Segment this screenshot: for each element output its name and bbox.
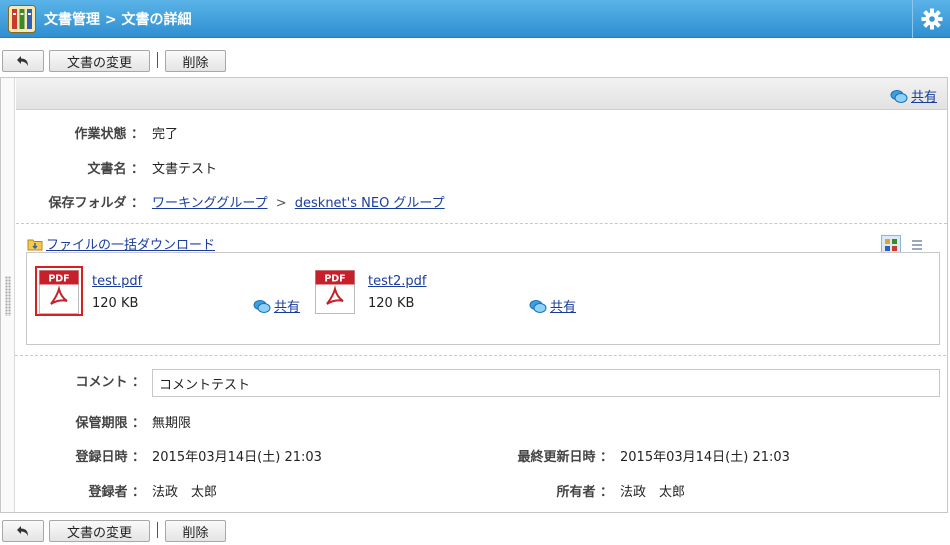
document-manager-logo-icon bbox=[8, 5, 36, 33]
change-document-button[interactable]: 文書の変更 bbox=[49, 50, 150, 72]
share-icon bbox=[253, 299, 271, 313]
share-icon bbox=[890, 89, 908, 103]
share-link-label[interactable]: 共有 bbox=[911, 86, 937, 105]
file-share-link[interactable]: 共有 bbox=[253, 296, 300, 315]
folder-label: 保存フォルダ ： bbox=[48, 196, 144, 211]
breadcrumb-separator: > bbox=[275, 196, 287, 211]
owner-value: 法政 太郎 bbox=[620, 485, 686, 500]
comment-field: コメントテスト bbox=[152, 369, 940, 397]
file-size: 120 KB bbox=[368, 296, 415, 311]
owner-label: 所有者 ： bbox=[556, 485, 613, 500]
folder-link-neo-group[interactable]: desknet's NEO グループ bbox=[295, 196, 445, 211]
change-document-button[interactable]: 文書の変更 bbox=[49, 520, 150, 542]
panel-topbar bbox=[16, 78, 947, 110]
comment-label: コメント ： bbox=[75, 375, 145, 390]
retention-value: 無期限 bbox=[152, 416, 192, 431]
share-icon bbox=[529, 299, 547, 313]
document-name-value: 文書テスト bbox=[152, 162, 218, 177]
top-toolbar: 文書の変更 削除 bbox=[0, 50, 950, 78]
pdf-badge-text: PDF bbox=[48, 274, 69, 285]
share-link[interactable]: 共有 bbox=[890, 86, 937, 105]
bulk-download-link[interactable]: ファイルの一括ダウンロード bbox=[27, 234, 215, 253]
file-share-label[interactable]: 共有 bbox=[274, 296, 300, 315]
folder-link-working-group[interactable]: ワーキンググループ bbox=[152, 196, 268, 211]
pdf-badge-text: PDF bbox=[324, 274, 345, 285]
registrant-label: 登録者 ： bbox=[88, 485, 145, 500]
registered-at-value: 2015年03月14日(土) 21:03 bbox=[152, 450, 322, 465]
section-divider bbox=[16, 223, 947, 224]
gear-icon bbox=[921, 8, 942, 30]
file-list: PDF test.pdf 120 KB 共有 PDF test2.pdf 120… bbox=[26, 252, 940, 345]
bulk-download-label[interactable]: ファイルの一括ダウンロード bbox=[46, 234, 215, 253]
file-name-link[interactable]: test.pdf bbox=[92, 274, 142, 289]
registrant-value: 法政 太郎 bbox=[152, 485, 218, 500]
delete-button[interactable]: 削除 bbox=[165, 520, 226, 542]
back-arrow-icon bbox=[17, 526, 28, 536]
section-divider bbox=[15, 355, 946, 356]
toolbar-separator bbox=[157, 522, 158, 538]
file-size: 120 KB bbox=[92, 296, 139, 311]
resize-grip[interactable] bbox=[1, 78, 15, 512]
folder-download-icon bbox=[27, 239, 43, 250]
updated-at-label: 最終更新日時 ： bbox=[517, 450, 613, 465]
registered-at-label: 登録日時 ： bbox=[75, 450, 145, 465]
back-button[interactable] bbox=[2, 520, 44, 542]
file-share-label[interactable]: 共有 bbox=[550, 296, 576, 315]
document-name-label: 文書名 ： bbox=[87, 162, 144, 177]
file-share-link[interactable]: 共有 bbox=[529, 296, 576, 315]
back-button[interactable] bbox=[2, 50, 44, 72]
pdf-file-icon[interactable]: PDF bbox=[315, 270, 355, 314]
page-title: 文書管理 > 文書の詳細 bbox=[44, 12, 192, 28]
bottom-toolbar: 文書の変更 削除 bbox=[0, 520, 950, 545]
delete-button[interactable]: 削除 bbox=[165, 50, 226, 72]
status-value: 完了 bbox=[152, 127, 179, 142]
retention-label: 保管期限 ： bbox=[75, 416, 145, 431]
file-name-link[interactable]: test2.pdf bbox=[368, 274, 426, 289]
updated-at-value: 2015年03月14日(土) 21:03 bbox=[620, 450, 790, 465]
status-label: 作業状態 ： bbox=[74, 127, 144, 142]
back-arrow-icon bbox=[17, 56, 28, 66]
toolbar-separator bbox=[157, 52, 158, 68]
app-header: 文書管理 > 文書の詳細 bbox=[0, 0, 950, 38]
folder-breadcrumb: ワーキンググループ > desknet's NEO グループ bbox=[152, 192, 445, 211]
settings-button[interactable] bbox=[912, 0, 950, 38]
pdf-file-icon[interactable]: PDF bbox=[39, 270, 79, 314]
